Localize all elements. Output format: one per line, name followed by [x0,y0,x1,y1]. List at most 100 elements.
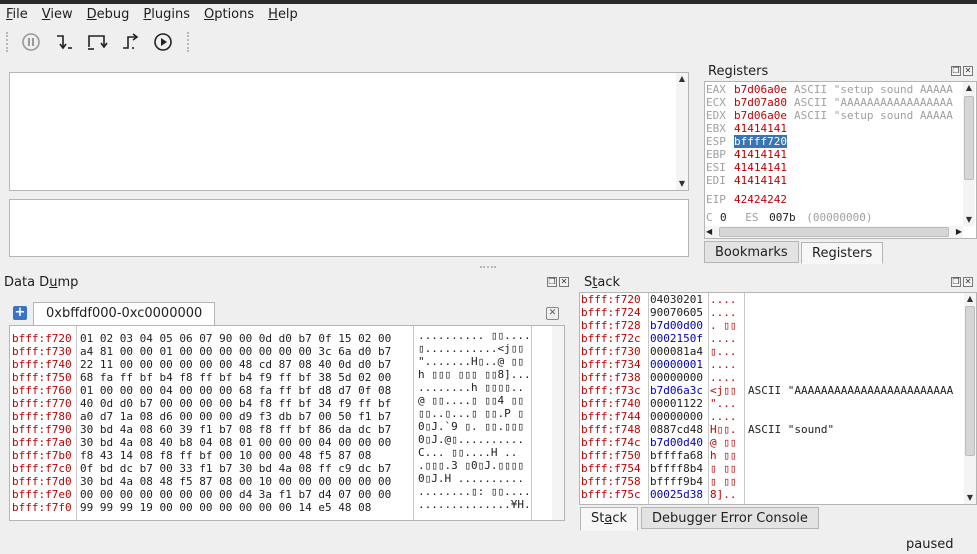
stack-row[interactable]: bfff:f73c b7d06a3c <j▯▯ ASCII "AAAAAAAAAAAA… [581,384,953,397]
stack-row[interactable]: bfff:f738 00000000.... [581,371,953,384]
register-value[interactable]: b7d06a0e [734,83,787,96]
float-icon[interactable]: ❐ [547,277,557,287]
stack-value[interactable]: bffffa68 [650,449,710,462]
stack-value[interactable]: 0002150f [650,332,710,345]
stack-value[interactable]: 000081a4 [650,345,710,358]
menu-options[interactable]: Options [204,7,254,22]
register-value[interactable]: b7d07a80 [734,96,787,109]
splitter-handle[interactable] [480,266,496,270]
register-value[interactable]: bffff720 [734,135,787,148]
registers-scrollbar[interactable]: ▲ ▼ [963,82,975,226]
data-dump-scrollbar[interactable] [552,326,564,520]
dump-ascii[interactable]: 0▯J.@▯.......... [418,433,534,446]
stack-value[interactable]: 00025d38 [650,488,710,501]
dump-row[interactable]: bfff:f770 40 0d d0 b7 00 00 00 00 b4 f8 f… [12,394,534,410]
scroll-down-arrow-icon[interactable]: ▼ [676,178,688,190]
scrollbar-thumb[interactable] [965,306,975,456]
stack-value[interactable]: 00001122 [650,397,710,410]
dump-row[interactable]: bfff:f7a0 30 bd 4a 08 40 b8 04 08 01 00 0… [12,433,534,449]
dump-ascii[interactable]: ..............¥H. [418,498,534,511]
add-tab-button[interactable]: + [13,306,27,320]
dump-row[interactable]: bfff:f730 a4 81 00 00 01 00 00 00 00 00 0… [12,342,534,358]
disassembly-view[interactable]: ▲ ▼ [9,72,689,191]
scroll-left-arrow-icon[interactable]: ◀ [706,226,712,238]
dump-hex[interactable]: 99 99 99 19 00 00 00 00 00 00 00 14 e5 4… [80,501,416,514]
menu-help[interactable]: Help [268,7,298,22]
stack-value[interactable]: bffff8b4 [650,462,710,475]
tab-debugger-error-console[interactable]: Debugger Error Console [641,507,819,529]
close-icon[interactable]: ✕ [963,66,973,76]
stack-row[interactable]: bfff:f720 04030201.... [581,293,953,306]
toolbar-end-grip[interactable] [187,32,191,52]
close-tab-button[interactable]: ✕ [546,307,559,320]
stack-row[interactable]: bfff:f730 000081a4 ▯... [581,345,953,358]
dump-ascii[interactable]: h ▯▯▯ ▯▯▯ ▯▯8]... [418,368,534,381]
scrollbar-thumb[interactable] [964,96,974,180]
dump-ascii[interactable]: .▯▯▯.3 ▯0▯J.▯▯▯▯ [418,459,534,472]
close-icon[interactable]: ✕ [963,277,973,287]
dump-ascii[interactable]: ▯...........<j▯▯ [418,342,534,355]
dump-row[interactable]: bfff:f7b0 f8 43 14 08 f8 ff bf 00 10 00 0… [12,446,534,462]
tab-registers[interactable]: Registers [801,242,884,264]
stack-row[interactable]: bfff:f744 00000000.... [581,410,953,423]
stack-value[interactable]: 00000001 [650,358,710,371]
dump-ascii[interactable]: C... ▯▯....H .. [418,446,534,459]
dump-ascii[interactable]: ........h ▯▯▯▯.. [418,381,534,394]
registers-hscrollbar[interactable]: ◀ ▶ [705,226,963,238]
dump-ascii[interactable]: ........▯: ▯▯.... [418,485,534,498]
dump-row[interactable]: bfff:f7d0 30 bd 4a 08 48 f5 87 08 00 10 0… [12,472,534,488]
register-value[interactable]: 42424242 [734,193,787,206]
data-dump-view[interactable]: bfff:f720 01 02 03 04 05 06 07 90 00 0d d… [9,325,565,521]
dump-ascii[interactable]: @ ▯▯....▯ ▯▯4 ▯▯ [418,394,534,407]
menu-view[interactable]: View [42,7,73,22]
dump-row[interactable]: bfff:f790 30 bd 4a 08 60 39 f1 b7 08 f8 f… [12,420,534,436]
scroll-up-arrow-icon[interactable]: ▲ [676,73,688,85]
register-row[interactable]: ESI 41414141 [706,161,787,174]
dump-row[interactable]: bfff:f780 a0 d7 1a 08 d6 00 00 00 d9 f3 d… [12,407,534,423]
register-row[interactable]: EDX b7d06a0e ASCII "setup sound AAAAA [706,109,953,122]
register-value[interactable]: 41414141 [734,122,787,135]
dump-ascii[interactable]: .......... ▯▯.... [418,329,534,342]
stack-row[interactable]: bfff:f758 bffff9b4 ▯ ▯▯ [581,475,953,488]
run-button[interactable] [150,29,176,55]
disassembly-scrollbar[interactable]: ▲ ▼ [676,73,688,190]
stack-value[interactable]: 90070605 [650,306,710,319]
dump-row[interactable]: bfff:f7f0 99 99 99 19 00 00 00 00 00 00 0… [12,498,534,514]
register-row[interactable]: EBP 41414141 [706,148,787,161]
dump-row[interactable]: bfff:f740 22 11 00 00 00 00 00 00 48 cd 8… [12,355,534,371]
stack-row[interactable]: bfff:f75c 00025d38 8].. [581,488,953,501]
menu-debug[interactable]: Debug [87,7,130,22]
stack-value[interactable]: 00000000 [650,371,710,384]
register-row[interactable]: EAX b7d06a0e ASCII "setup sound AAAAA [706,83,953,96]
stack-value[interactable]: bffff9b4 [650,475,710,488]
register-row[interactable]: ECX b7d07a80 ASCII "AAAAAAAAAAAAAAAAA [706,96,953,109]
pause-button[interactable] [18,29,44,55]
step-out-button[interactable] [117,29,143,55]
step-over-button[interactable] [84,29,110,55]
register-row[interactable]: EIP 42424242 [706,193,787,206]
stack-row[interactable]: bfff:f724 90070605.... [581,306,953,319]
tab-bookmarks[interactable]: Bookmarks [704,241,799,263]
dump-ascii[interactable]: 0▯J.`9 ▯. ▯▯.▯▯▯ [418,420,534,433]
scroll-up-arrow-icon[interactable]: ▲ [963,82,975,94]
dump-row[interactable]: bfff:f7e0 00 00 00 00 00 00 00 00 d4 3a f… [12,485,534,501]
register-row[interactable]: ESP bffff720 [706,135,787,148]
stack-row[interactable]: bfff:f734 00000001.... [581,358,953,371]
hscrollbar-thumb[interactable] [719,227,949,237]
tab-memory-region[interactable]: 0xbffdf000-0xc0000000 [33,302,216,326]
dump-ascii[interactable]: ▯▯..▯...▯ ▯▯.P ▯ [418,407,534,420]
dump-ascii[interactable]: 0▯J.H .......... [418,472,534,485]
stack-row[interactable]: bfff:f74c b7d00d40 @ ▯▯ [581,436,953,449]
stack-value[interactable]: 00000000 [650,410,710,423]
step-into-button[interactable] [51,29,77,55]
stack-row[interactable]: bfff:f754 bffff8b4 ▯ ▯▯ [581,462,953,475]
instruction-info-view[interactable] [9,199,689,257]
close-icon[interactable]: ✕ [559,277,569,287]
stack-value[interactable]: b7d00d00 [650,319,710,332]
menu-file[interactable]: File [6,7,28,22]
stack-value[interactable]: 04030201 [650,293,710,306]
dump-row[interactable]: bfff:f750 68 fa ff bf b4 f8 ff bf b4 f9 f… [12,368,534,384]
dump-row[interactable]: bfff:f760 01 00 00 00 04 00 00 00 68 fa f… [12,381,534,397]
menu-plugins[interactable]: Plugins [143,7,190,22]
stack-row[interactable]: bfff:f728 b7d00d00. ▯▯ [581,319,953,332]
